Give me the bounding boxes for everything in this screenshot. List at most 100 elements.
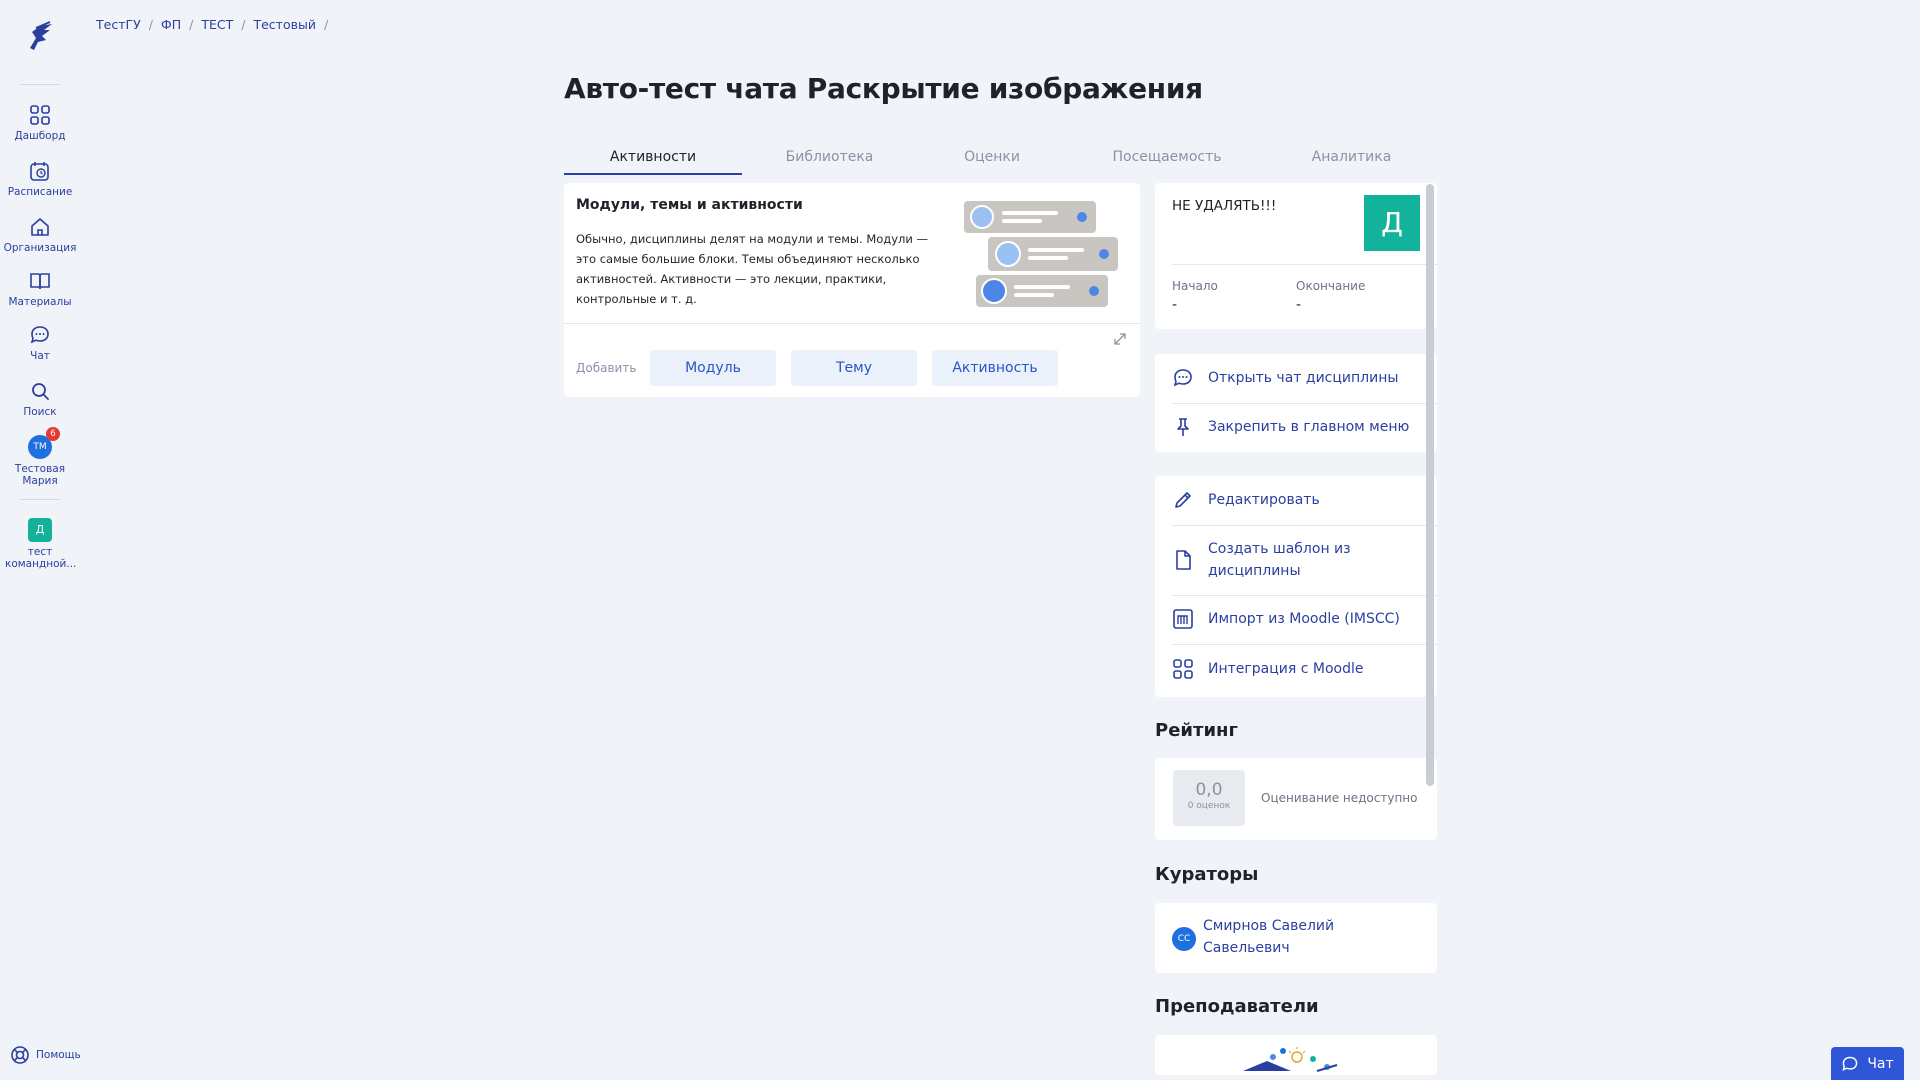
sidebar-item-profile[interactable]: ТМ 6 Тестовая Мария xyxy=(0,427,80,487)
breadcrumb-separator: / xyxy=(323,17,329,32)
action-label: Создать шаблон из дисциплины xyxy=(1208,541,1351,579)
page-title: Авто-тест чата Раскрытие изображения xyxy=(564,72,1203,105)
sidebar-item-team[interactable]: Д тест командной... xyxy=(0,518,80,570)
tab-attendance[interactable]: Посещаемость xyxy=(1067,147,1267,175)
curators-heading: Кураторы xyxy=(1155,864,1259,885)
sidebar-item-label: Организация xyxy=(3,242,77,254)
add-activity-button[interactable]: Активность xyxy=(932,350,1058,386)
create-template-action[interactable]: Создать шаблон из дисциплины xyxy=(1172,538,1437,582)
import-moodle-action[interactable]: Импорт из Moodle (IMSCC) xyxy=(1172,608,1437,630)
sidebar-item-chat[interactable]: Чат xyxy=(0,324,80,362)
sidebar-item-label: тест командной... xyxy=(5,546,77,570)
teachers-illustration xyxy=(1243,1047,1338,1072)
moodle-icon xyxy=(1173,609,1193,629)
schedule-icon xyxy=(30,162,49,181)
action-label: Закрепить в главном меню xyxy=(1208,419,1410,435)
sidebar-item-label: Материалы xyxy=(8,296,72,308)
sidebar-item-dashboard[interactable]: Дашборд xyxy=(0,104,80,142)
organization-icon xyxy=(31,218,49,236)
chat-button-label: Чат xyxy=(1867,1055,1894,1072)
teachers-card xyxy=(1155,1035,1437,1075)
sidebar-item-search[interactable]: Поиск xyxy=(0,380,80,418)
pin-menu-action[interactable]: Закрепить в главном меню xyxy=(1172,416,1437,438)
divider xyxy=(1172,644,1437,645)
divider xyxy=(1172,264,1437,265)
tab-activities[interactable]: Активности xyxy=(564,147,742,175)
action-label: Импорт из Moodle (IMSCC) xyxy=(1208,611,1400,627)
help-link[interactable]: Помощь xyxy=(10,1045,81,1065)
moodle-integration-action[interactable]: Интеграция с Moodle xyxy=(1172,658,1437,680)
breadcrumb-item[interactable]: ФП xyxy=(161,17,181,32)
tab-analytics[interactable]: Аналитика xyxy=(1267,147,1436,175)
rating-card: 0,0 0 оценок Оценивание недоступно xyxy=(1155,758,1437,840)
rating-score: 0,0 0 оценок xyxy=(1173,770,1245,826)
sidebar-item-schedule[interactable]: Расписание xyxy=(0,160,80,198)
breadcrumb-item[interactable]: Тестовый xyxy=(253,17,316,32)
avatar: СС xyxy=(1172,927,1196,951)
pencil-icon xyxy=(1175,492,1191,508)
discipline-avatar: Д xyxy=(1364,195,1420,251)
breadcrumb-separator: / xyxy=(241,17,246,32)
add-module-button[interactable]: Модуль xyxy=(650,350,776,386)
discipline-name: НЕ УДАЛЯТЬ!!! xyxy=(1172,198,1277,214)
add-topic-button[interactable]: Тему xyxy=(791,350,917,386)
modules-card: Модули, темы и активности Обычно, дисцип… xyxy=(564,183,1140,397)
lifebuoy-icon xyxy=(11,1046,29,1064)
open-chat-action[interactable]: Открыть чат дисциплины xyxy=(1172,367,1437,389)
chat-button[interactable]: Чат xyxy=(1831,1047,1904,1080)
search-icon xyxy=(32,383,49,400)
tab-bar: Активности Библиотека Оценки Посещаемост… xyxy=(564,147,1436,175)
notification-badge: 6 xyxy=(46,427,60,441)
rating-value: 0,0 xyxy=(1195,780,1223,800)
sidebar-item-materials[interactable]: Материалы xyxy=(0,270,80,308)
tab-library[interactable]: Библиотека xyxy=(742,147,917,175)
tab-grades[interactable]: Оценки xyxy=(917,147,1067,175)
sidebar-item-organization[interactable]: Организация xyxy=(0,216,80,254)
teachers-heading: Преподаватели xyxy=(1155,996,1319,1017)
divider xyxy=(1172,595,1437,596)
breadcrumb-item[interactable]: ТЕСТ xyxy=(201,17,233,32)
action-label: Редактировать xyxy=(1208,492,1320,508)
add-label: Добавить xyxy=(576,361,637,375)
action-label: Интеграция с Moodle xyxy=(1208,661,1364,677)
sidebar-item-label: Расписание xyxy=(7,186,73,198)
rating-heading: Рейтинг xyxy=(1155,720,1238,741)
team-avatar: Д xyxy=(28,518,52,542)
divider xyxy=(1172,525,1437,526)
help-label: Помощь xyxy=(36,1049,81,1061)
avatar: ТМ 6 xyxy=(28,427,60,459)
sidebar-item-label: Чат xyxy=(30,350,50,362)
dashboard-icon xyxy=(30,105,50,125)
chat-icon xyxy=(1842,1056,1858,1071)
modules-title: Модули, темы и активности xyxy=(576,197,803,213)
breadcrumb-separator: / xyxy=(189,17,194,32)
end-label: Окончание xyxy=(1296,279,1366,293)
rating-count: 0 оценок xyxy=(1187,801,1231,811)
avatar-initials: ТМ xyxy=(33,442,47,452)
breadcrumb-item[interactable]: ТестГУ xyxy=(96,17,141,32)
logo-icon[interactable] xyxy=(22,18,58,54)
edit-action[interactable]: Редактировать xyxy=(1172,489,1437,511)
document-icon xyxy=(1176,550,1191,570)
start-value: - xyxy=(1172,297,1178,313)
chat-icon xyxy=(30,326,49,344)
curator-name-link[interactable]: Смирнов Савелий Савельевич xyxy=(1203,915,1363,959)
sidebar-item-label: Поиск xyxy=(23,406,57,418)
actions-card-admin: Редактировать Создать шаблон из дисципли… xyxy=(1155,476,1437,697)
sidebar-item-label: Дашборд xyxy=(14,130,66,142)
scrollbar[interactable] xyxy=(1426,184,1434,786)
end-value: - xyxy=(1296,297,1302,313)
modules-description: Обычно, дисциплины делят на модули и тем… xyxy=(576,232,929,306)
book-icon xyxy=(30,273,50,290)
start-label: Начало xyxy=(1172,279,1218,293)
sidebar-divider xyxy=(20,84,60,85)
breadcrumb-separator: / xyxy=(148,17,153,32)
expand-icon[interactable] xyxy=(1112,331,1128,347)
curators-card: СС Смирнов Савелий Савельевич xyxy=(1155,903,1437,973)
actions-card-chat: Открыть чат дисциплины Закрепить в главн… xyxy=(1155,354,1437,452)
sidebar-item-label: Тестовая Мария xyxy=(14,463,66,487)
breadcrumb: ТестГУ / ФП / ТЕСТ / Тестовый / xyxy=(96,17,328,32)
discipline-info-card: НЕ УДАЛЯТЬ!!! Д Начало - Окончание - xyxy=(1155,183,1437,329)
pin-icon xyxy=(1177,418,1189,436)
grid-icon xyxy=(1173,659,1193,679)
